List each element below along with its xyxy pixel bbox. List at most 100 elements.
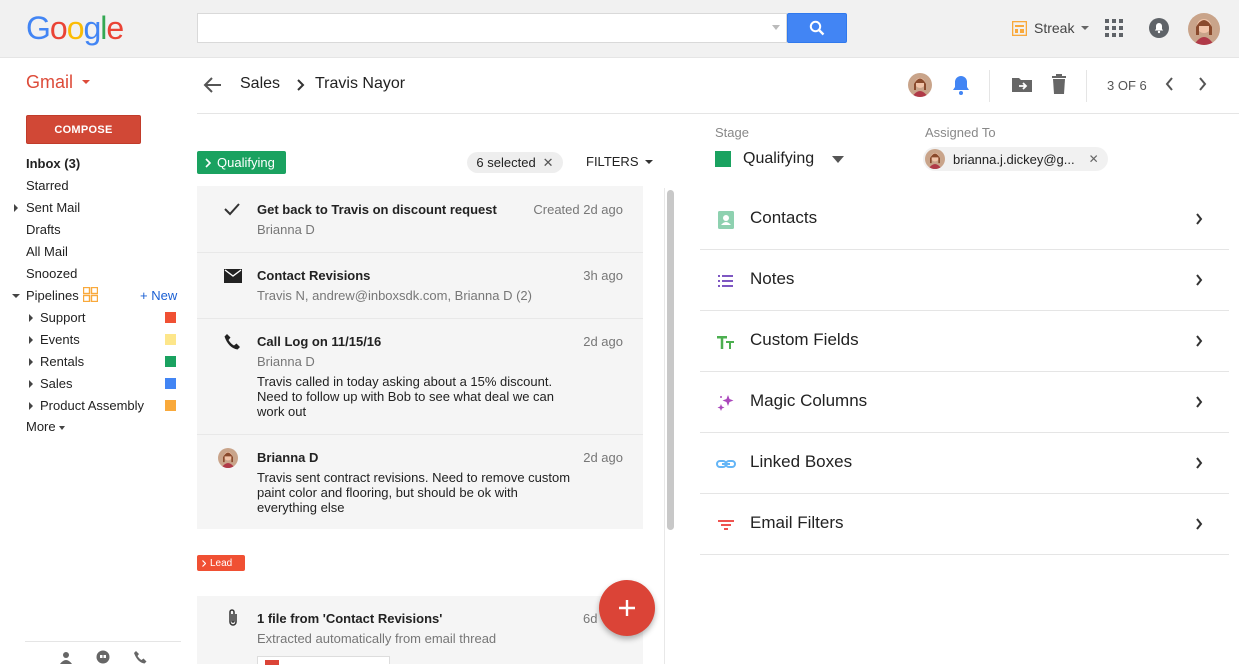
pipeline-item-events[interactable]: Events <box>40 332 80 347</box>
timeline-item[interactable]: 1 file from 'Contact Revisions' Extracte… <box>197 596 643 665</box>
plus-icon <box>619 600 635 616</box>
stage-badge-label: Qualifying <box>217 155 275 170</box>
timeline-body: Travis sent contract revisions. Need to … <box>257 470 571 515</box>
filter-icon <box>718 520 734 530</box>
chevron-left-icon[interactable] <box>1165 77 1175 91</box>
chevron-right-icon <box>202 559 206 567</box>
sidebar-item-drafts[interactable]: Drafts <box>26 222 61 237</box>
divider <box>1086 70 1087 102</box>
magic-icon <box>717 395 734 411</box>
selected-filter-chip[interactable]: 6 selected ✕ <box>467 152 563 173</box>
selected-count: 6 selected <box>476 155 536 170</box>
contacts-icon[interactable] <box>59 651 73 664</box>
timeline-item[interactable]: Call Log on 11/15/16 Brianna D Travis ca… <box>197 319 643 435</box>
chevron-right-icon[interactable] <box>1197 77 1207 91</box>
pipeline-color-swatch <box>165 378 176 389</box>
timeline-item[interactable]: Get back to Travis on discount request B… <box>197 186 643 253</box>
pipeline-color-swatch <box>165 356 176 367</box>
timeline-title: Contact Revisions <box>257 268 371 283</box>
pipeline-item-product-assembly[interactable]: Product Assembly <box>40 398 144 413</box>
chevron-right-icon <box>205 157 211 168</box>
panel-row-label: Notes <box>750 269 795 288</box>
timeline-body: Travis called in today asking about a 15… <box>257 374 555 419</box>
streak-pipelines-icon <box>83 287 98 302</box>
expand-icon[interactable] <box>29 336 33 344</box>
stage-badge[interactable]: Lead <box>197 555 245 571</box>
google-logo[interactable]: Google <box>26 10 124 47</box>
streak-menu[interactable]: Streak <box>1012 18 1090 38</box>
back-arrow-icon[interactable] <box>203 76 223 94</box>
bell-icon[interactable] <box>951 74 971 96</box>
sidebar-item-pipelines[interactable]: Pipelines <box>26 288 79 303</box>
close-icon[interactable]: ✕ <box>543 155 554 171</box>
panel-row-custom-fields[interactable]: Custom Fields <box>700 311 1229 372</box>
apps-grid-icon[interactable] <box>1105 19 1123 37</box>
search-bar <box>197 13 847 43</box>
divider <box>25 641 181 642</box>
timeline-time: Created 2d ago <box>533 202 623 217</box>
chevron-down-icon <box>58 425 65 430</box>
timeline-time: 2d ago <box>583 450 623 465</box>
pipeline-item-support[interactable]: Support <box>40 310 86 325</box>
breadcrumb-pipeline[interactable]: Sales <box>240 75 280 93</box>
chevron-down-icon <box>82 80 90 84</box>
notifications-icon[interactable] <box>1149 18 1169 38</box>
collapse-icon[interactable] <box>12 294 20 298</box>
timeline-title: Call Log on 11/15/16 <box>257 334 382 349</box>
chevron-down-icon <box>832 155 845 163</box>
sidebar-item-all-mail[interactable]: All Mail <box>26 244 68 259</box>
search-options-icon[interactable] <box>772 25 780 30</box>
chevron-right-icon <box>1196 213 1203 225</box>
attachment-icon <box>229 609 237 626</box>
compose-button[interactable]: COMPOSE <box>26 115 141 144</box>
stage-badge[interactable]: Qualifying <box>197 151 286 174</box>
search-input[interactable] <box>197 13 787 43</box>
notes-icon <box>718 275 733 287</box>
expand-icon[interactable] <box>29 314 33 322</box>
panel-row-label: Linked Boxes <box>750 452 853 471</box>
sidebar-item-snoozed[interactable]: Snoozed <box>26 266 77 281</box>
pipeline-item-sales[interactable]: Sales <box>40 376 73 391</box>
new-pipeline-link[interactable]: + New <box>140 288 177 303</box>
gmail-app-switcher[interactable]: Gmail <box>26 72 73 93</box>
trash-icon[interactable] <box>1051 74 1067 94</box>
filters-button[interactable]: FILTERS <box>586 154 653 169</box>
hangouts-icon[interactable] <box>96 650 110 664</box>
panel-row-contacts[interactable]: Contacts <box>700 189 1229 250</box>
account-avatar[interactable] <box>1188 13 1220 45</box>
panel-row-label: Custom Fields <box>750 330 859 349</box>
panel-row-magic-columns[interactable]: Magic Columns <box>700 372 1229 433</box>
sidebar-more[interactable]: More <box>26 419 65 434</box>
assignee-chip[interactable]: brianna.j.dickey@g... ✕ <box>923 147 1108 171</box>
scrollbar-thumb[interactable] <box>667 190 674 530</box>
chevron-right-icon <box>1196 335 1203 347</box>
link-icon <box>716 460 736 468</box>
panel-row-email-filters[interactable]: Email Filters <box>700 494 1229 555</box>
expand-icon[interactable] <box>29 402 33 410</box>
box-follower-avatar[interactable] <box>908 73 932 97</box>
sidebar-item-sent-mail[interactable]: Sent Mail <box>26 200 80 215</box>
stage-dropdown[interactable]: Qualifying <box>715 150 845 168</box>
panel-row-notes[interactable]: Notes <box>700 250 1229 311</box>
expand-icon[interactable] <box>29 358 33 366</box>
panel-row-linked-boxes[interactable]: Linked Boxes <box>700 433 1229 494</box>
pipeline-item-rentals[interactable]: Rentals <box>40 354 84 369</box>
pager-text: 3 OF 6 <box>1107 78 1147 93</box>
search-button[interactable] <box>787 13 847 43</box>
stage-value: Qualifying <box>743 150 815 167</box>
expand-icon[interactable] <box>29 380 33 388</box>
pipeline-color-swatch <box>165 334 176 345</box>
check-icon[interactable] <box>224 202 240 216</box>
file-attachment-card[interactable] <box>257 656 390 665</box>
close-icon[interactable]: ✕ <box>1089 152 1099 166</box>
move-to-folder-icon[interactable] <box>1011 75 1033 93</box>
expand-icon[interactable] <box>14 204 18 212</box>
timeline-item[interactable]: Brianna D Travis sent contract revisions… <box>197 435 643 529</box>
sidebar-item-starred[interactable]: Starred <box>26 178 69 193</box>
custom-fields-icon <box>717 336 734 349</box>
timeline-item[interactable]: Contact Revisions Travis N, andrew@inbox… <box>197 253 643 319</box>
phone-icon[interactable] <box>133 650 147 664</box>
add-button[interactable] <box>599 580 655 636</box>
timeline-time: 3h ago <box>583 268 623 283</box>
sidebar-item-inbox[interactable]: Inbox (3) <box>26 156 80 171</box>
